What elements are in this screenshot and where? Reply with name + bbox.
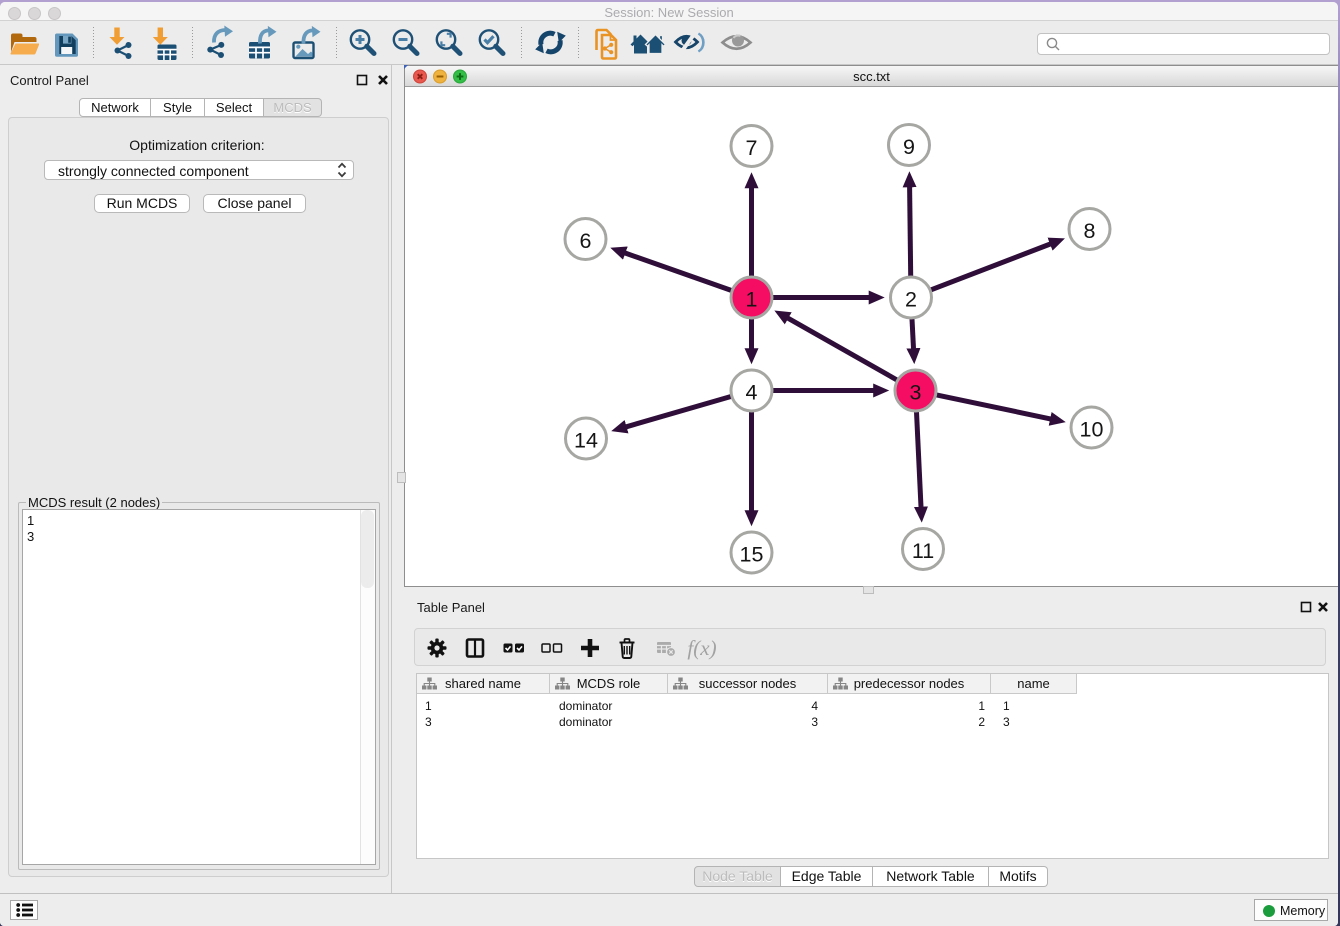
svg-text:4: 4 <box>746 381 758 405</box>
svg-text:6: 6 <box>580 229 592 253</box>
svg-text:3: 3 <box>910 381 922 405</box>
svg-text:14: 14 <box>574 429 598 453</box>
svg-text:9: 9 <box>903 135 915 159</box>
svg-text:7: 7 <box>746 136 758 160</box>
svg-text:15: 15 <box>740 543 764 567</box>
svg-text:11: 11 <box>912 539 934 563</box>
svg-text:1: 1 <box>746 288 758 312</box>
svg-text:8: 8 <box>1084 219 1096 243</box>
svg-text:10: 10 <box>1080 418 1104 442</box>
svg-text:2: 2 <box>905 288 917 312</box>
